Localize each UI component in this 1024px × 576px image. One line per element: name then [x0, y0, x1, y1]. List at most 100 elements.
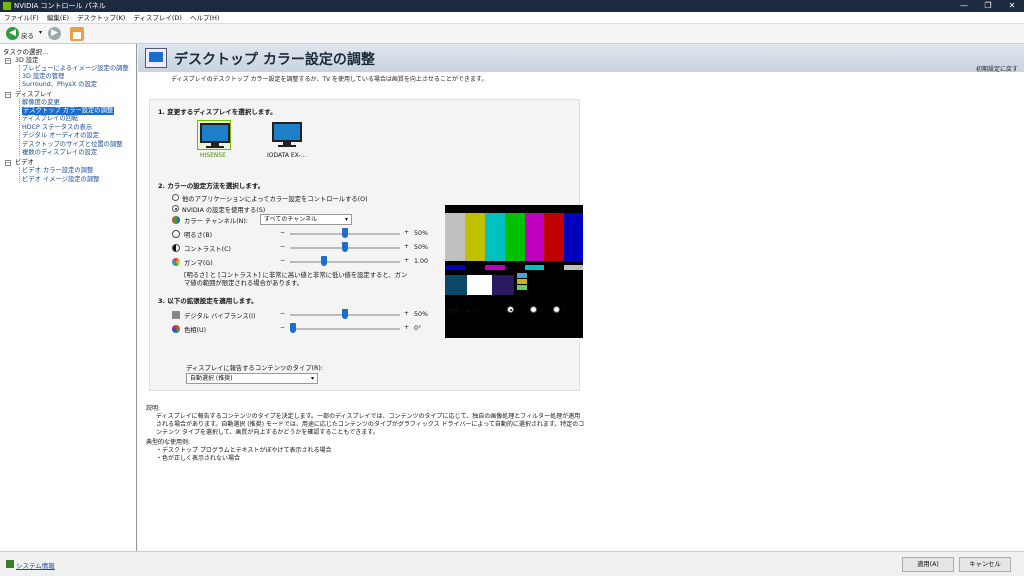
page-header: デスクトップ カラー設定の調整 初期設定に戻す — [138, 44, 1024, 73]
cancel-button[interactable]: キャンセル — [959, 557, 1011, 572]
sidebar-item-preview-image[interactable]: プレビューによるイメージ設定の調整 — [22, 65, 129, 73]
arrow-left-icon[interactable]: ◀ — [6, 27, 19, 40]
ref-image-radio-2[interactable] — [530, 306, 537, 313]
maximize-button[interactable]: ❐ — [976, 0, 1000, 12]
menu-help[interactable]: ヘルプ(H) — [186, 12, 223, 24]
system-info-icon — [6, 560, 14, 568]
radio-nvidia-label: NVIDIA の設定を使用する(S) — [182, 207, 266, 214]
contrast-value: 50% — [414, 244, 428, 251]
contrast-slider-thumb[interactable] — [342, 242, 348, 252]
toolbar: ◀ 戻る ▾ ▶ — [0, 24, 1024, 44]
content-type-label: ディスプレイに報告するコンテンツのタイプ(R): — [186, 365, 323, 372]
sidebar-item-video-color[interactable]: ビデオ カラー設定の調整 — [22, 167, 93, 175]
sidebar-item-rotate[interactable]: ディスプレイの回転 — [22, 115, 78, 123]
gamma-minus: − — [280, 257, 286, 264]
nvidia-control-panel-window: NVIDIA コントロール パネル — ❐ ✕ ファイル(F) 編集(E) デスクト… — [0, 0, 1024, 576]
ref-image-option-1: 1 — [516, 306, 521, 313]
sidebar-category-3d[interactable]: 3D 設定 — [15, 57, 38, 65]
vibrance-icon — [172, 311, 180, 319]
minimize-button[interactable]: — — [952, 0, 976, 12]
reference-image-label: 参照イメージ: — [447, 308, 485, 315]
help-text: ディスプレイに報告するコンテンツのタイプを決定します。一部のディスプレイでは、コ… — [156, 413, 585, 436]
apply-button[interactable]: 適用(A) — [902, 557, 954, 572]
hue-slider-thumb[interactable] — [290, 323, 296, 333]
content-type-value: 自動選択 (推奨) — [190, 375, 233, 382]
reference-image — [445, 205, 583, 338]
brightness-value: 50% — [414, 230, 428, 237]
sidebar-item-surround-physx[interactable]: Surround、PhysX の設定 — [22, 81, 97, 89]
ref-image-radio-3[interactable] — [553, 306, 560, 313]
contrast-minus: − — [280, 243, 286, 250]
nvidia-logo-icon — [3, 2, 11, 10]
help-section: 説明: ディスプレイに報告するコンテンツのタイプを決定します。一部のディスプレイ… — [146, 405, 586, 463]
gamma-track[interactable] — [290, 261, 400, 263]
task-sidebar: タスクの選択... − 3D 設定 プレビューによるイメージ設定の調整 3D 設… — [0, 44, 137, 551]
back-button-label[interactable]: 戻る — [21, 30, 34, 40]
close-button[interactable]: ✕ — [1000, 0, 1024, 12]
contrast-label: コントラスト(C) — [184, 246, 231, 253]
vibrance-minus: − — [280, 310, 286, 317]
gamma-note: [明るさ] と [コントラスト] に非常に高い値と非常に低い値を設定すると、ガン… — [184, 272, 408, 287]
sidebar-category-display[interactable]: ディスプレイ — [15, 91, 52, 99]
monitor-icon — [272, 122, 302, 142]
gamma-plus: + — [404, 257, 410, 264]
collapse-3d-toggle[interactable]: − — [5, 58, 11, 64]
brightness-label: 明るさ(B) — [184, 232, 213, 239]
hue-plus: + — [404, 324, 410, 331]
ref-image-option-2: 2 — [539, 306, 544, 313]
menu-file[interactable]: ファイル(F) — [0, 12, 43, 24]
arrow-right-icon[interactable]: ▶ — [48, 27, 61, 40]
vibrance-slider-thumb[interactable] — [342, 309, 348, 319]
back-history-dropdown[interactable]: ▾ — [39, 29, 42, 36]
page-description: ディスプレイのデスクトップ カラー設定を調整するか、TV を使用している場合は画… — [171, 76, 488, 83]
window-title: NVIDIA コントロール パネル — [14, 2, 106, 10]
menu-edit[interactable]: 編集(E) — [43, 12, 73, 24]
gamma-label: ガンマ(G) — [184, 260, 213, 267]
display-label-iodata: IODATA EX-... — [267, 152, 307, 159]
vibrance-label: デジタル バイブランス(I) — [184, 313, 256, 320]
hue-label: 色相(U) — [184, 327, 207, 334]
hue-track[interactable] — [290, 328, 400, 330]
sidebar-item-video-image[interactable]: ビデオ イメージ設定の調整 — [22, 176, 99, 184]
sidebar-item-digital-audio[interactable]: デジタル オーディオの設定 — [22, 132, 99, 140]
content-type-dropdown[interactable]: 自動選択 (推奨) ▾ — [186, 373, 318, 384]
sidebar-item-desktop-color[interactable]: デスクトップ カラー設定の調整 — [22, 107, 115, 115]
color-channel-icon — [172, 216, 180, 224]
ref-image-radio-1[interactable] — [507, 306, 514, 313]
typical-item-1: ・デスクトップ プログラムとテキストがぼやけて表示される場合 — [156, 447, 332, 454]
brightness-minus: − — [280, 229, 286, 236]
radio-other-app[interactable] — [172, 194, 179, 201]
gamma-icon — [172, 258, 180, 266]
collapse-video-toggle[interactable]: − — [5, 160, 11, 166]
channel-value: すべてのチャンネル — [264, 216, 318, 223]
home-icon[interactable] — [70, 27, 84, 41]
menu-desktop[interactable]: デスクトップ(K) — [73, 12, 129, 24]
status-bar: システム情報 適用(A) キャンセル — [0, 551, 1024, 576]
menu-bar: ファイル(F) 編集(E) デスクトップ(K) ディスプレイ(D) ヘルプ(H) — [0, 12, 1024, 24]
section-2-heading: 2. カラーの設定方法を選択します。 — [158, 182, 265, 190]
title-bar: NVIDIA コントロール パネル — ❐ ✕ — [0, 0, 1024, 12]
vibrance-plus: + — [404, 310, 410, 317]
brightness-plus: + — [404, 229, 410, 236]
color-channel-dropdown[interactable]: すべてのチャンネル ▾ — [260, 214, 352, 225]
sidebar-item-resolution[interactable]: 解像度の変更 — [22, 99, 60, 107]
brightness-slider-thumb[interactable] — [342, 228, 348, 238]
gamma-value: 1.00 — [414, 258, 429, 265]
display-label-hisense: HISENSE — [200, 152, 226, 159]
sidebar-item-manage-3d[interactable]: 3D 設定の管理 — [22, 73, 64, 81]
system-info-link[interactable]: システム情報 — [16, 560, 55, 570]
restore-defaults-link[interactable]: 初期設定に戻す — [976, 64, 1018, 73]
display-hisense[interactable] — [197, 120, 231, 150]
collapse-display-toggle[interactable]: − — [5, 92, 11, 98]
display-iodata[interactable] — [270, 120, 304, 150]
sidebar-item-multi-display[interactable]: 複数のディスプレイの設定 — [22, 149, 97, 157]
menu-display[interactable]: ディスプレイ(D) — [129, 12, 186, 24]
radio-nvidia-settings[interactable] — [172, 205, 179, 212]
sidebar-item-desktop-size[interactable]: デスクトップのサイズと位置の調整 — [22, 141, 123, 149]
section-1-heading: 1. 変更するディスプレイを選択します。 — [158, 108, 277, 116]
gamma-slider-thumb[interactable] — [321, 256, 328, 266]
main-content: デスクトップ カラー設定の調整 初期設定に戻す ディスプレイのデスクトップ カラ… — [138, 44, 1024, 551]
channel-label: カラー チャンネル(N): — [184, 218, 248, 225]
sidebar-category-video[interactable]: ビデオ — [15, 159, 34, 167]
sidebar-item-hdcp[interactable]: HDCP ステータスの表示 — [22, 124, 92, 132]
